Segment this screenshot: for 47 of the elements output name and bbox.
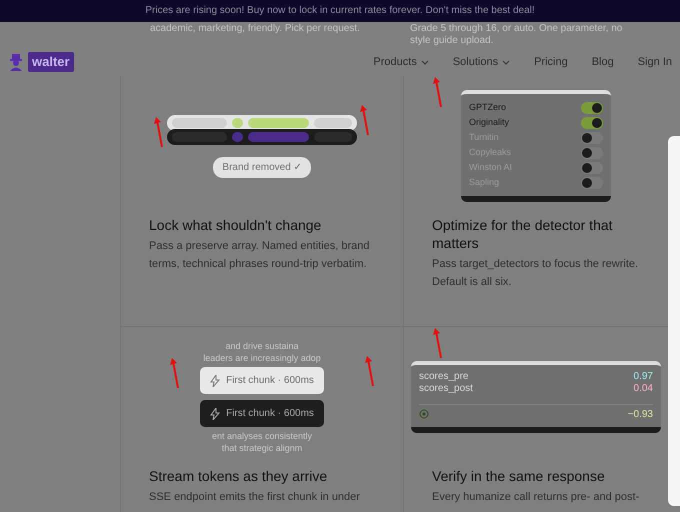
- arrow-icon: [359, 104, 371, 136]
- score-label: scores_pre: [419, 370, 468, 384]
- feature-title: Optimize for the detector that matters: [432, 216, 614, 252]
- arrow-icon: [364, 355, 376, 387]
- feature-description: SSE endpoint emits the first chunk in under: [149, 490, 361, 506]
- feature-description: Pass target_detectors to focus the rewrite. Default is all six.: [432, 257, 640, 290]
- faded-text: and drive sustaina: [225, 340, 299, 352]
- toggle-switch[interactable]: [581, 162, 603, 174]
- score-value: 0.04: [634, 383, 653, 396]
- feature-title: Stream tokens as they arrive: [149, 467, 328, 486]
- toggle-switch[interactable]: [581, 102, 603, 114]
- nav-link[interactable]: Products: [373, 54, 429, 70]
- arrow-icon: [432, 327, 444, 359]
- feature-description: Every humanize call returns pre- and post-: [432, 490, 640, 506]
- faded-text: leaders are increasingly adop: [203, 352, 321, 364]
- feature-description: Pass a preserve array. Named entities, brand terms, technical phrases round-trip verbatim.: [149, 239, 371, 272]
- score-value: 0.97: [634, 370, 653, 384]
- logo-text[interactable]: walter: [28, 52, 74, 72]
- background-text: academic, marketing, friendly. Pick per request.: [150, 23, 361, 36]
- announcement-banner: Prices are rising soon! Buy now to lock in current rates forever. Don't miss the best deal!: [0, 0, 680, 22]
- background-text: Grade 5 through 16, or auto. One parameter, no style guide upload.: [410, 23, 624, 48]
- score-label: scores_post: [419, 383, 473, 396]
- nav-link[interactable]: Sign In: [638, 54, 672, 70]
- target-icon: [419, 408, 429, 419]
- arrow-icon: [153, 116, 165, 148]
- nav-link[interactable]: Blog: [592, 54, 614, 70]
- chip-text: First chunk · 600ms: [226, 407, 314, 421]
- logo-icon: [8, 53, 24, 71]
- feature-title: Verify in the same response: [432, 467, 606, 486]
- nav-link[interactable]: Solutions: [452, 54, 510, 70]
- lightning-icon: [210, 408, 220, 420]
- feature-title: Lock what shouldn't change: [149, 216, 322, 234]
- arrow-icon: [432, 76, 444, 108]
- faded-text: that strategic alignm: [222, 442, 302, 454]
- nav-link[interactable]: Pricing: [534, 54, 568, 70]
- detector-name: Originality: [469, 116, 510, 129]
- arrow-icon: [169, 357, 181, 389]
- toggle-switch[interactable]: [581, 176, 603, 188]
- lightning-icon: [210, 374, 220, 386]
- status-badge: Brand removed ✓: [213, 156, 311, 178]
- detector-name: GPTZero: [469, 100, 506, 114]
- toggle-switch[interactable]: [581, 116, 603, 128]
- faded-text: ent analyses consistently: [212, 430, 312, 442]
- delta-value: −0.93: [628, 408, 653, 422]
- chip-text: First chunk · 600ms: [226, 374, 314, 388]
- toggle-switch[interactable]: [581, 132, 603, 144]
- toggle-switch[interactable]: [581, 146, 603, 158]
